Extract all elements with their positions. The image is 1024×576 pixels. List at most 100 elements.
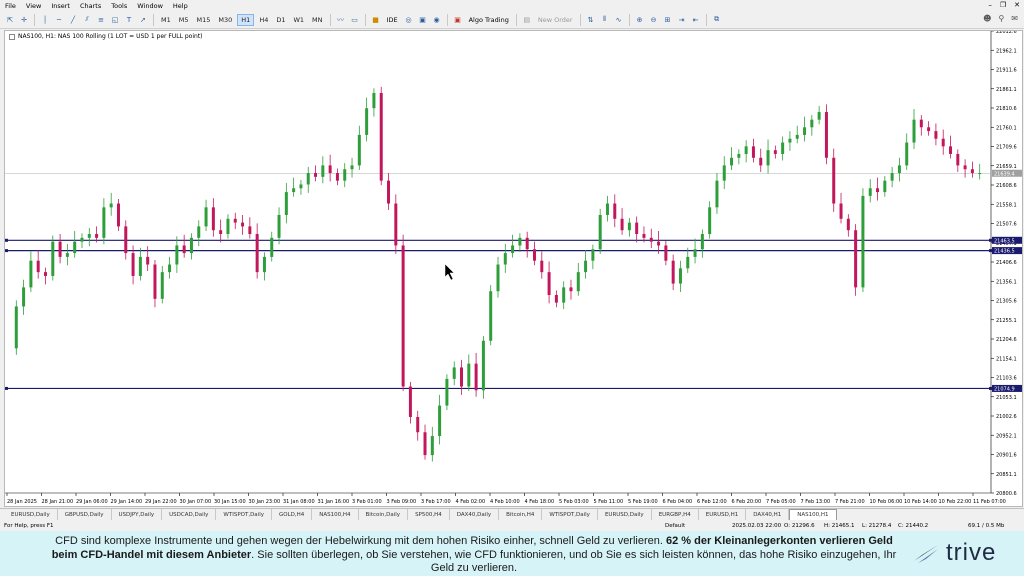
chart-tab[interactable]: WTISPOT,Daily [542,509,598,520]
menu-view[interactable]: View [21,2,46,10]
chart-type-icon[interactable]: 〰 [335,13,347,26]
time-tick-label: 29 Jan 06:00 [76,499,108,505]
price-tick-label: 21507.6 [996,222,1017,228]
menu-tools[interactable]: Tools [106,2,132,10]
crosshair-icon[interactable]: ✛ [18,13,30,26]
candle-body [36,260,40,273]
candle-body [890,173,894,181]
chart-tab[interactable]: USDJPY,Daily [112,509,163,520]
candle-body [168,264,172,273]
price-tick-label: 21053.1 [996,395,1017,401]
timeframe-h1[interactable]: H1 [237,13,255,26]
chart-tab[interactable]: NAS100,H1 [789,509,837,520]
horizontal-line-icon[interactable]: ─ [53,13,65,26]
time-tick-label: 4 Feb 10:00 [490,499,520,505]
chart-tab[interactable]: GOLD,H4 [272,509,313,520]
chart-tab[interactable]: EURUSD,Daily [598,509,652,520]
line-chart-icon[interactable]: ∿ [613,13,625,26]
chart-tab[interactable]: NAS100,H4 [312,509,359,520]
algo-trading-icon[interactable]: ▣ [452,13,464,26]
search-icon[interactable]: ⚲ [998,14,1004,23]
chart-tab[interactable]: DAX40,Daily [450,509,500,520]
trendline-icon[interactable]: ╱ [67,13,79,26]
timeframe-m30[interactable]: M30 [215,14,235,26]
market-icon[interactable]: ▣ [417,13,429,26]
shapes-icon[interactable]: ◱ [109,13,121,26]
toolbar-divider [515,13,517,26]
screenshot-icon[interactable]: ⧉ [711,13,723,26]
user-icon[interactable]: ☻ [983,14,991,23]
price-tick-label: 21911.6 [996,68,1017,74]
chart-tab[interactable]: EURGBP,H4 [652,509,699,520]
time-tick-label: 3 Feb 01:00 [352,499,382,505]
candle-body [14,306,18,349]
candle-body [328,165,332,174]
text-icon[interactable]: T [123,13,135,26]
chart-tab[interactable]: GBPUSD,Daily [58,509,112,520]
timeframe-m1[interactable]: M1 [158,14,174,26]
status-profile[interactable]: Default [665,523,685,529]
zoom-out-icon[interactable]: ⊖ [648,13,660,26]
algo-trading-button[interactable]: Algo Trading [466,16,512,24]
signals-icon[interactable]: ◎ [403,13,415,26]
timeframe-mn[interactable]: MN [309,14,325,26]
candle-body [686,256,690,269]
timeframe-d1[interactable]: D1 [273,14,288,26]
chart-tab[interactable]: USDCAD,Daily [162,509,217,520]
autoscroll-icon[interactable]: ⇥ [676,13,688,26]
zoom-in-icon[interactable]: ⊕ [634,13,646,26]
ide-button[interactable]: IDE [384,16,401,24]
candle-body [540,260,544,273]
tile-windows-icon[interactable]: ⊞ [662,13,674,26]
candle-body [664,245,668,261]
disclaimer-part1: CFD sind komplexe Instrumente und gehen … [55,535,666,547]
toolbar-divider [153,13,154,26]
new-order-button[interactable]: New Order [535,16,576,24]
time-tick-label: 7 Feb 13:00 [801,499,831,505]
timeframe-m15[interactable]: M15 [194,14,214,26]
chart-tab[interactable]: Bitcoin,Daily [359,509,409,520]
time-tick-label: 30 Jan 15:00 [214,499,246,505]
chart-tab[interactable]: DAX40,H1 [746,509,790,520]
timeframe-h4[interactable]: H4 [256,14,271,26]
candle-body [95,234,99,238]
channel-icon[interactable]: ⫽ [81,13,93,26]
level-anchor [5,386,8,390]
trive-logo-icon [914,545,938,563]
brand-name: trive [946,539,997,566]
arrows-icon[interactable]: ➚ [137,13,149,26]
toolbar-divider [329,13,331,26]
minimize-icon[interactable]: – [988,1,992,9]
menu-insert[interactable]: Insert [46,2,75,10]
price-tick-label: 20901.6 [996,453,1017,459]
status-help: For Help, press F1 [4,523,54,529]
chat-icon[interactable]: ✉ [1011,14,1018,23]
chart-shift-icon[interactable]: ⇤ [690,13,702,26]
price-chart[interactable]: 22012.6 21962.1 21911.6 21861.1 21810.6 21760… [5,31,1024,508]
chart-tab[interactable]: WTISPOT,Daily [216,509,272,520]
close-icon[interactable]: ✕ [1014,1,1020,9]
restore-icon[interactable]: ❐ [1000,1,1006,9]
fibonacci-icon[interactable]: ≡ [95,13,107,26]
menu-file[interactable]: File [0,2,21,10]
time-tick-label: 5 Feb 11:00 [594,499,624,505]
menu-help[interactable]: Help [168,2,193,10]
timeframe-w1[interactable]: W1 [290,14,307,26]
vertical-line-icon[interactable]: │ [39,13,51,26]
chart-tab[interactable]: Bitcoin,H4 [499,509,543,520]
vps-icon[interactable]: ◉ [431,13,443,26]
templates-icon[interactable]: ▭ [349,13,361,26]
bar-chart-icon[interactable]: ⫴ [599,13,611,26]
timeframe-m5[interactable]: M5 [176,14,192,26]
chart-tab[interactable]: EURUSD,Daily [4,509,58,520]
cursor-icon[interactable]: ⇱ [4,13,16,26]
chart-window[interactable]: 22012.6 21962.1 21911.6 21861.1 21810.6 21760… [4,30,1023,507]
menu-charts[interactable]: Charts [75,2,106,10]
metaeditor-icon[interactable]: ■ [370,13,382,26]
menu-window[interactable]: Window [132,2,168,10]
depth-of-market-icon[interactable]: ⇅ [585,13,597,26]
chart-tab[interactable]: SP500,H4 [408,509,450,520]
chart-tab[interactable]: EURUSD,H1 [699,509,747,520]
candle-body [810,119,814,128]
new-order-icon[interactable]: ▤ [521,13,533,26]
